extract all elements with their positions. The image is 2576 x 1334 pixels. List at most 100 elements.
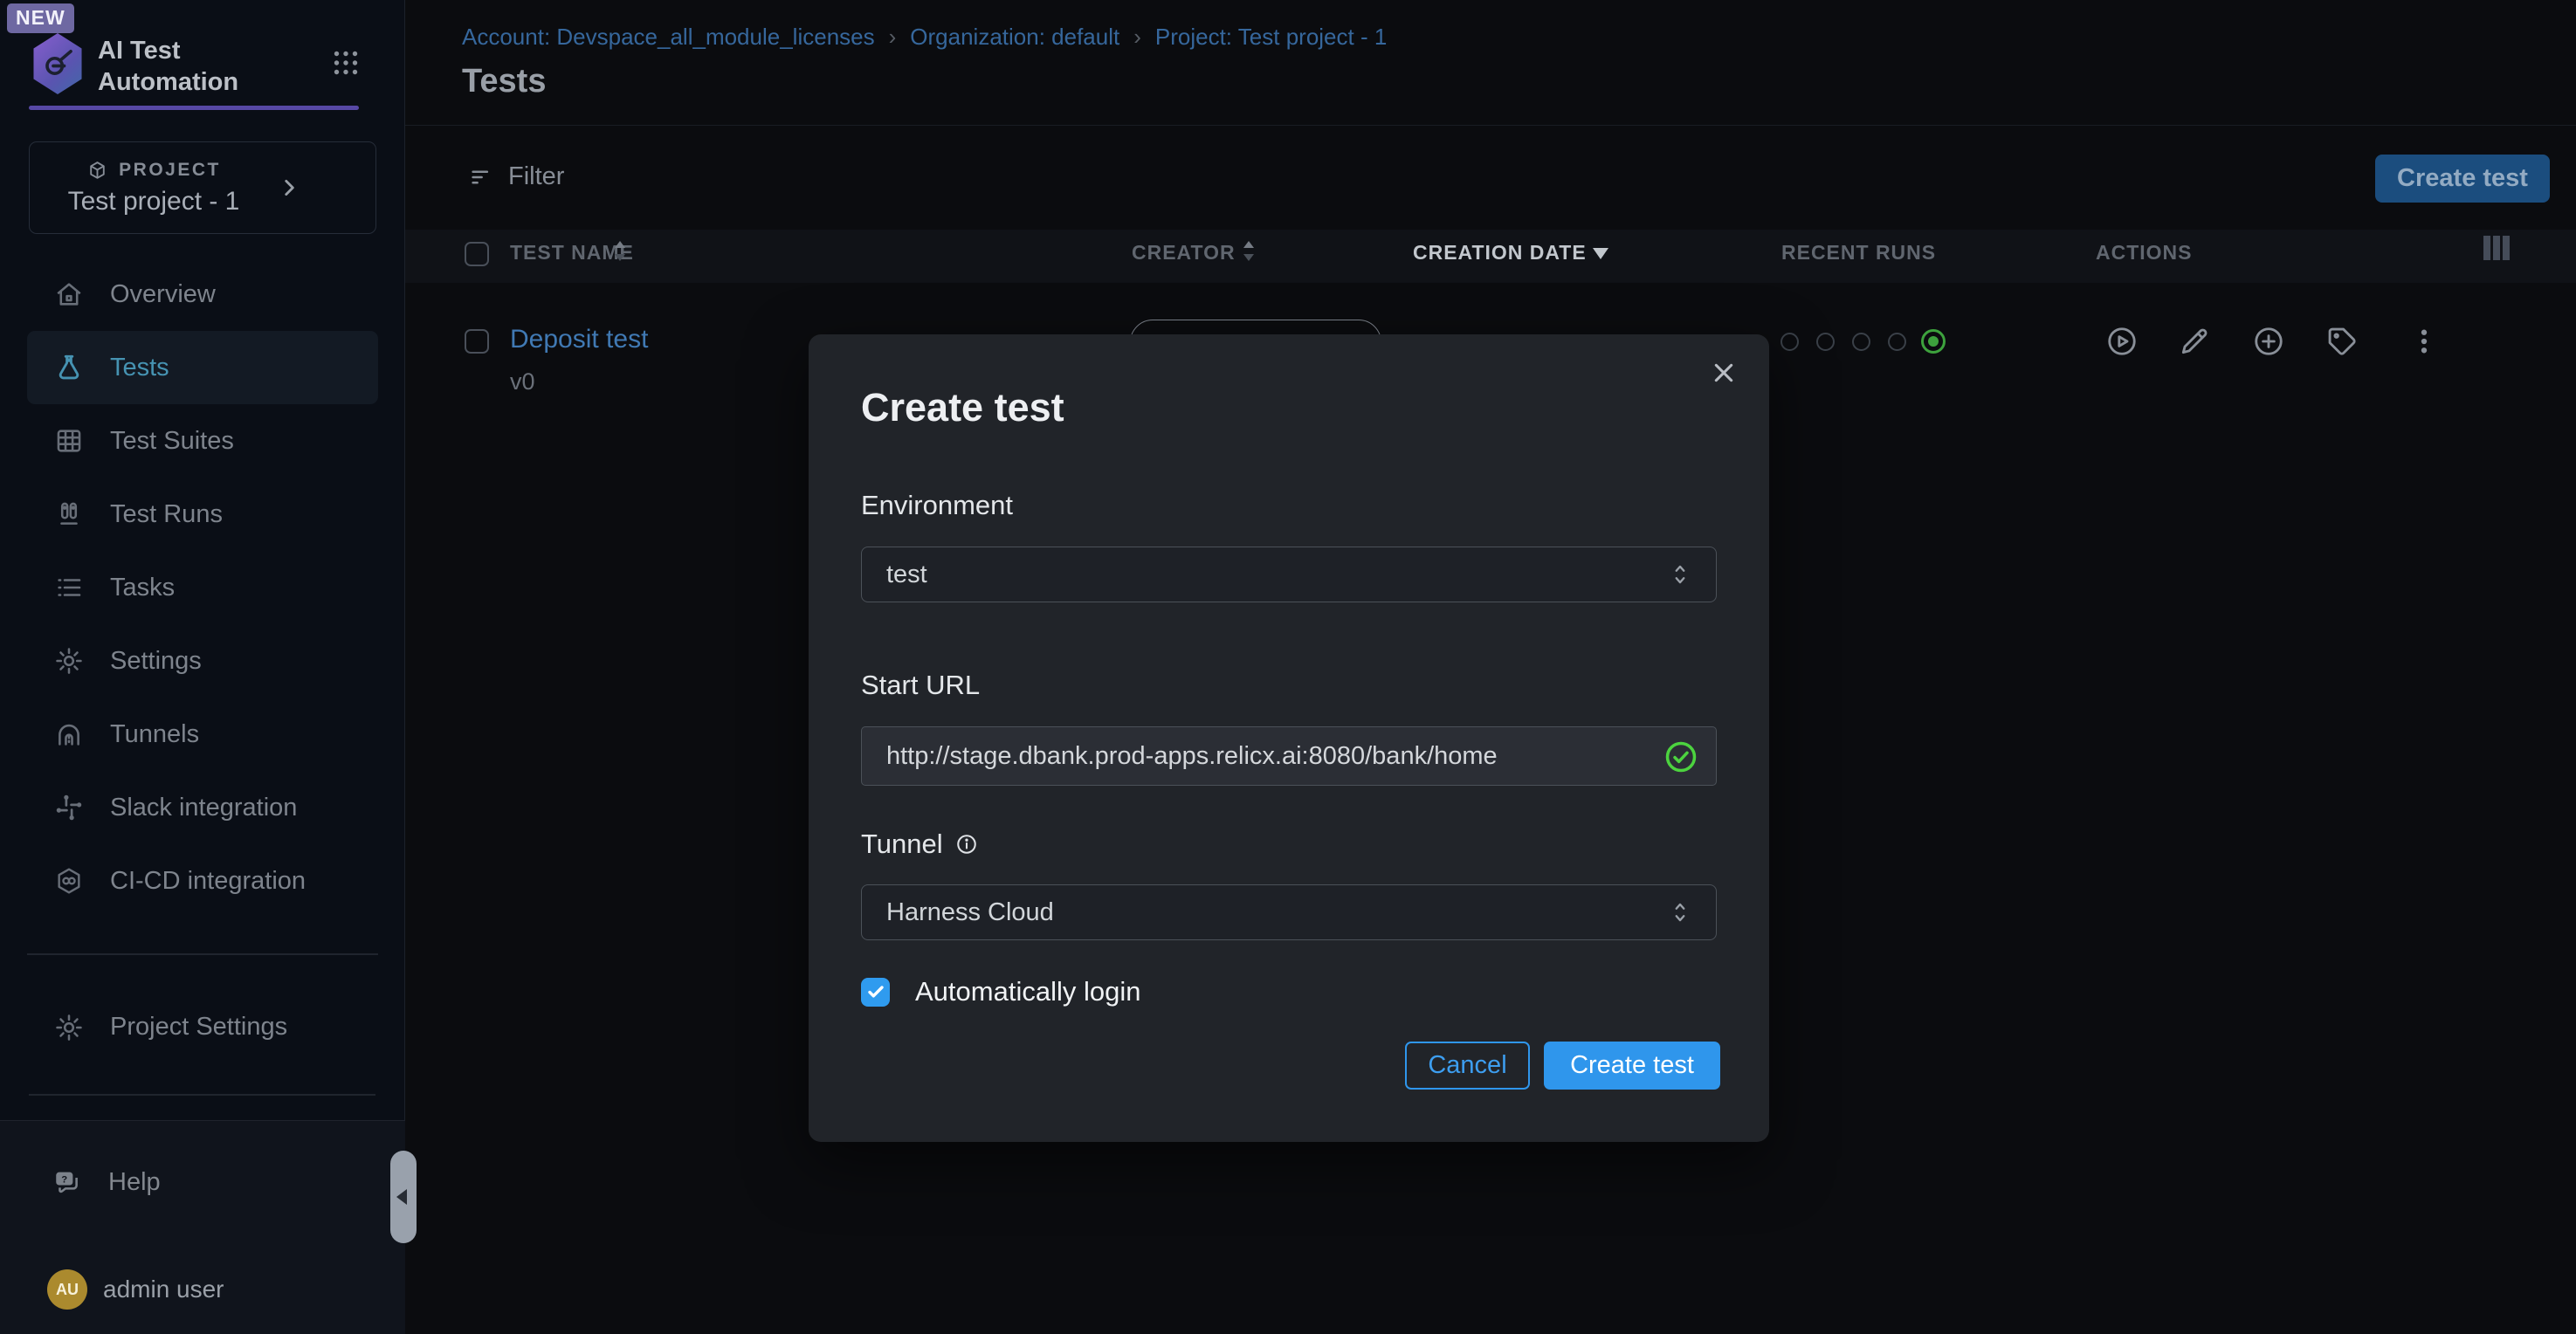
column-settings-icon[interactable] <box>2483 236 2510 260</box>
tag-icon[interactable] <box>2325 325 2359 358</box>
valid-check-circle-icon <box>1663 739 1698 774</box>
chevron-right-icon <box>278 176 300 199</box>
table-grid-icon <box>54 426 84 456</box>
start-url-input[interactable]: http://stage.dbank.prod-apps.relicx.ai:8… <box>861 726 1717 786</box>
auto-login-label: Automatically login <box>915 976 1140 1007</box>
sidebar-item-slack-integration[interactable]: Slack integration <box>0 771 405 844</box>
project-selector-name: Test project - 1 <box>68 187 240 217</box>
header-divider <box>405 125 2576 126</box>
help-label: Help <box>108 1168 161 1197</box>
project-selector-content: PROJECT Test project - 1 <box>30 160 278 217</box>
sidebar-item-label: Test Runs <box>110 500 223 529</box>
sidebar-item-tasks[interactable]: Tasks <box>0 551 405 624</box>
sidebar-item-label: Settings <box>110 647 202 676</box>
environment-value: test <box>886 560 1669 589</box>
sidebar-item-label: Project Settings <box>110 1013 287 1042</box>
environment-label: Environment <box>861 490 1013 521</box>
app-logo-glyph-icon <box>40 45 75 82</box>
start-url-value: http://stage.dbank.prod-apps.relicx.ai:8… <box>886 742 1498 771</box>
tunnel-select[interactable]: Harness Cloud <box>861 884 1717 940</box>
breadcrumb-project[interactable]: Project: Test project - 1 <box>1155 24 1387 51</box>
tunnel-label: Tunnel <box>861 829 943 860</box>
sidebar: NEW AI Test Automation <box>0 0 405 1334</box>
slack-icon <box>54 793 84 822</box>
sort-desc-icon[interactable] <box>1593 248 1608 259</box>
help-button[interactable]: ? Help <box>0 1152 405 1213</box>
sidebar-item-cicd-integration[interactable]: CI-CD integration <box>0 844 405 918</box>
hexagon-link-icon <box>54 866 84 896</box>
auto-login-checkbox[interactable] <box>861 978 890 1007</box>
tunnel-icon <box>54 719 84 749</box>
create-test-submit-button[interactable]: Create test <box>1544 1042 1720 1090</box>
help-chat-icon: ? <box>52 1167 82 1197</box>
test-runs-icon <box>54 499 84 529</box>
gear-icon <box>54 1013 84 1042</box>
more-kebab-icon[interactable] <box>2407 325 2441 358</box>
column-header-creation-date[interactable]: CREATION DATE <box>1413 241 1587 265</box>
start-url-label: Start URL <box>861 670 980 701</box>
sidebar-item-label: Tunnels <box>110 720 199 749</box>
breadcrumb-separator: › <box>1133 24 1141 51</box>
collapse-left-icon <box>396 1189 407 1205</box>
filter-button[interactable]: Filter <box>468 162 564 191</box>
test-version: v0 <box>510 368 535 395</box>
tunnel-label-row: Tunnel <box>861 829 978 860</box>
sort-arrows-icon[interactable] <box>1240 237 1257 265</box>
create-test-modal: Create test Environment test Start URL h… <box>809 334 1769 1142</box>
sidebar-item-project-settings[interactable]: Project Settings <box>0 991 405 1064</box>
user-name: admin user <box>103 1276 224 1303</box>
filter-label: Filter <box>508 162 564 191</box>
info-icon[interactable] <box>955 833 978 856</box>
select-all-checkbox[interactable] <box>465 242 489 266</box>
sidebar-item-settings[interactable]: Settings <box>0 624 405 698</box>
close-icon[interactable] <box>1710 359 1738 387</box>
tunnel-value: Harness Cloud <box>886 898 1669 927</box>
breadcrumb-organization[interactable]: Organization: default <box>910 24 1119 51</box>
sidebar-item-label: Tasks <box>110 574 175 602</box>
sort-arrows-icon[interactable] <box>611 237 629 265</box>
cancel-button[interactable]: Cancel <box>1405 1042 1530 1090</box>
select-chevrons-icon <box>1669 898 1691 926</box>
sidebar-nav: Overview Tests Test Suites <box>0 258 405 1064</box>
recent-run-dot[interactable] <box>1888 333 1906 351</box>
column-header-recent-runs: RECENT RUNS <box>1781 241 1936 265</box>
edit-pencil-icon[interactable] <box>2178 325 2211 358</box>
sidebar-item-overview[interactable]: Overview <box>0 258 405 331</box>
create-test-button-toolbar[interactable]: Create test <box>2375 155 2550 203</box>
breadcrumb-account[interactable]: Account: Devspace_all_module_licenses <box>462 24 875 51</box>
recent-run-dot[interactable] <box>1816 333 1835 351</box>
sidebar-item-test-suites[interactable]: Test Suites <box>0 404 405 478</box>
app-switcher-grid-icon[interactable] <box>330 47 362 79</box>
sidebar-item-label: CI-CD integration <box>110 867 306 896</box>
environment-select[interactable]: test <box>861 547 1717 602</box>
sidebar-collapse-handle[interactable] <box>390 1151 417 1243</box>
flask-icon <box>54 353 84 382</box>
user-menu[interactable]: AU admin user <box>0 1259 405 1320</box>
sidebar-divider <box>27 953 378 955</box>
modal-title: Create test <box>861 385 1064 430</box>
recent-run-passed-dot[interactable] <box>1921 329 1946 354</box>
sidebar-item-tunnels[interactable]: Tunnels <box>0 698 405 771</box>
sidebar-item-label: Slack integration <box>110 794 297 822</box>
sidebar-item-test-runs[interactable]: Test Runs <box>0 478 405 551</box>
row-checkbox[interactable] <box>465 329 489 354</box>
run-test-play-icon[interactable] <box>2105 325 2139 358</box>
recent-run-dot[interactable] <box>1852 333 1870 351</box>
brand-accent-line <box>29 106 359 110</box>
checkmark-icon <box>865 981 886 1002</box>
select-chevrons-icon <box>1669 560 1691 588</box>
svg-text:?: ? <box>61 1175 67 1186</box>
project-selector-label: PROJECT <box>119 160 221 181</box>
column-header-creator[interactable]: CREATOR <box>1132 241 1236 265</box>
recent-run-dot[interactable] <box>1780 333 1799 351</box>
app-title: AI Test Automation <box>98 35 238 98</box>
test-name-link[interactable]: Deposit test <box>510 325 648 354</box>
project-selector[interactable]: PROJECT Test project - 1 <box>29 141 376 234</box>
sidebar-item-tests[interactable]: Tests <box>27 331 378 404</box>
app-screen: NEW AI Test Automation <box>0 0 2576 1334</box>
add-plus-circle-icon[interactable] <box>2252 325 2285 358</box>
column-header-actions: ACTIONS <box>2096 241 2193 265</box>
sidebar-footer: ? Help AU admin user <box>0 1120 405 1334</box>
home-icon <box>54 279 84 309</box>
auto-login-row: Automatically login <box>861 976 1140 1007</box>
